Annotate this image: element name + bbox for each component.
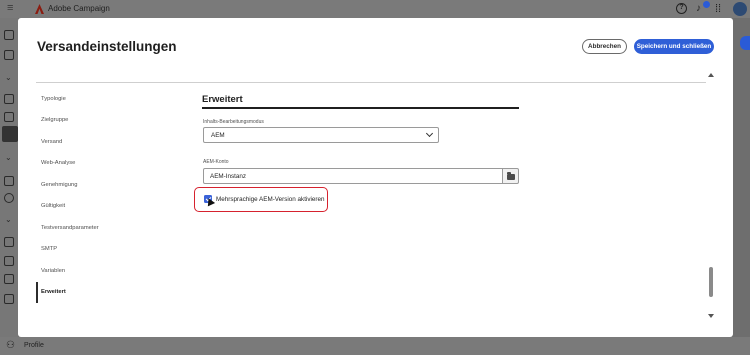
home-icon[interactable] (4, 30, 14, 40)
app-switcher-icon[interactable]: ⁞⁞ (715, 3, 721, 15)
hamburger-menu-icon[interactable]: ≡ (7, 3, 13, 14)
nav-item-variables[interactable]: Variablen (41, 268, 65, 274)
side-panel-tab[interactable] (740, 36, 750, 50)
nav-item-audience[interactable]: Zielgruppe (41, 117, 68, 123)
aem-account-label: AEM-Konto (203, 159, 229, 165)
nav-item-delivery[interactable]: Versand (41, 139, 62, 145)
nav-item-typology[interactable]: Typologie (41, 96, 66, 102)
profile-icon[interactable]: ⚇ (6, 340, 15, 351)
scrollbar-thumb[interactable] (709, 267, 713, 297)
content-mode-select[interactable]: AEM (203, 127, 439, 143)
delivery-settings-dialog: Versandeinstellungen Abbrechen Speichern… (18, 18, 733, 337)
nav-item-smtp[interactable]: SMTP (41, 246, 57, 252)
folder-icon (507, 172, 515, 180)
chevron-down-icon[interactable]: ⌄ (5, 153, 12, 162)
deliveries-icon[interactable] (2, 126, 18, 142)
scroll-down-icon[interactable] (708, 314, 714, 318)
save-and-close-button[interactable]: Speichern und schließen (634, 39, 714, 54)
profiles-icon[interactable] (4, 176, 14, 186)
calendar-icon[interactable] (4, 112, 14, 122)
section-title: Erweitert (202, 94, 243, 105)
settings-nav: Typologie Zielgruppe Versand Web-Analyse… (36, 90, 166, 306)
notification-badge (703, 1, 710, 8)
dialog-title: Versandeinstellungen (37, 39, 177, 54)
aem-account-value: AEM-Instanz (210, 173, 247, 180)
section-underline (202, 107, 519, 109)
help-icon[interactable]: ? (676, 3, 687, 14)
chevron-down-icon (425, 129, 434, 138)
browse-folder-button[interactable] (502, 168, 519, 184)
folder-icon[interactable] (4, 50, 14, 60)
multilang-label[interactable]: Mehrsprachige AEM-Version aktivieren (216, 196, 325, 203)
content-mode-value: AEM (211, 132, 225, 139)
aem-account-input[interactable]: AEM-Instanz (203, 168, 503, 184)
chevron-down-icon[interactable]: ⌄ (5, 73, 12, 82)
nav-active-indicator (36, 282, 38, 303)
nav-item-proof-parameters[interactable]: Testversandparameter (41, 225, 99, 231)
content-mode-label: Inhalts-Bearbeitungsmodus (203, 119, 264, 125)
content-icon[interactable] (4, 274, 14, 284)
left-rail: ⌄ ⌄ ⌄ (0, 18, 18, 355)
scroll-up-icon[interactable] (708, 73, 714, 77)
avatar[interactable] (733, 2, 747, 16)
app-name: Adobe Campaign (48, 4, 110, 13)
audience-icon[interactable] (4, 193, 14, 203)
nav-item-validity[interactable]: Gültigkeit (41, 203, 65, 209)
adobe-logo-icon (35, 4, 44, 14)
footer-bar: ⚇ Profile (0, 337, 750, 355)
chevron-down-icon[interactable]: ⌄ (5, 215, 12, 224)
nav-item-approval[interactable]: Genehmigung (41, 182, 77, 188)
notification-bell-icon[interactable]: ♪ (696, 3, 701, 14)
campaign-icon[interactable] (4, 94, 14, 104)
nav-item-web-analytics[interactable]: Web-Analyse (41, 160, 75, 166)
footer-label[interactable]: Profile (24, 342, 44, 349)
explorer-icon[interactable] (4, 256, 14, 266)
shield-icon[interactable] (4, 294, 14, 304)
top-bar: ≡ Adobe Campaign ? ♪ ⁞⁞ (0, 0, 750, 18)
cancel-button[interactable]: Abbrechen (582, 39, 627, 54)
nav-item-advanced[interactable]: Erweitert (41, 289, 66, 295)
reports-icon[interactable] (4, 237, 14, 247)
header-divider (36, 82, 706, 83)
